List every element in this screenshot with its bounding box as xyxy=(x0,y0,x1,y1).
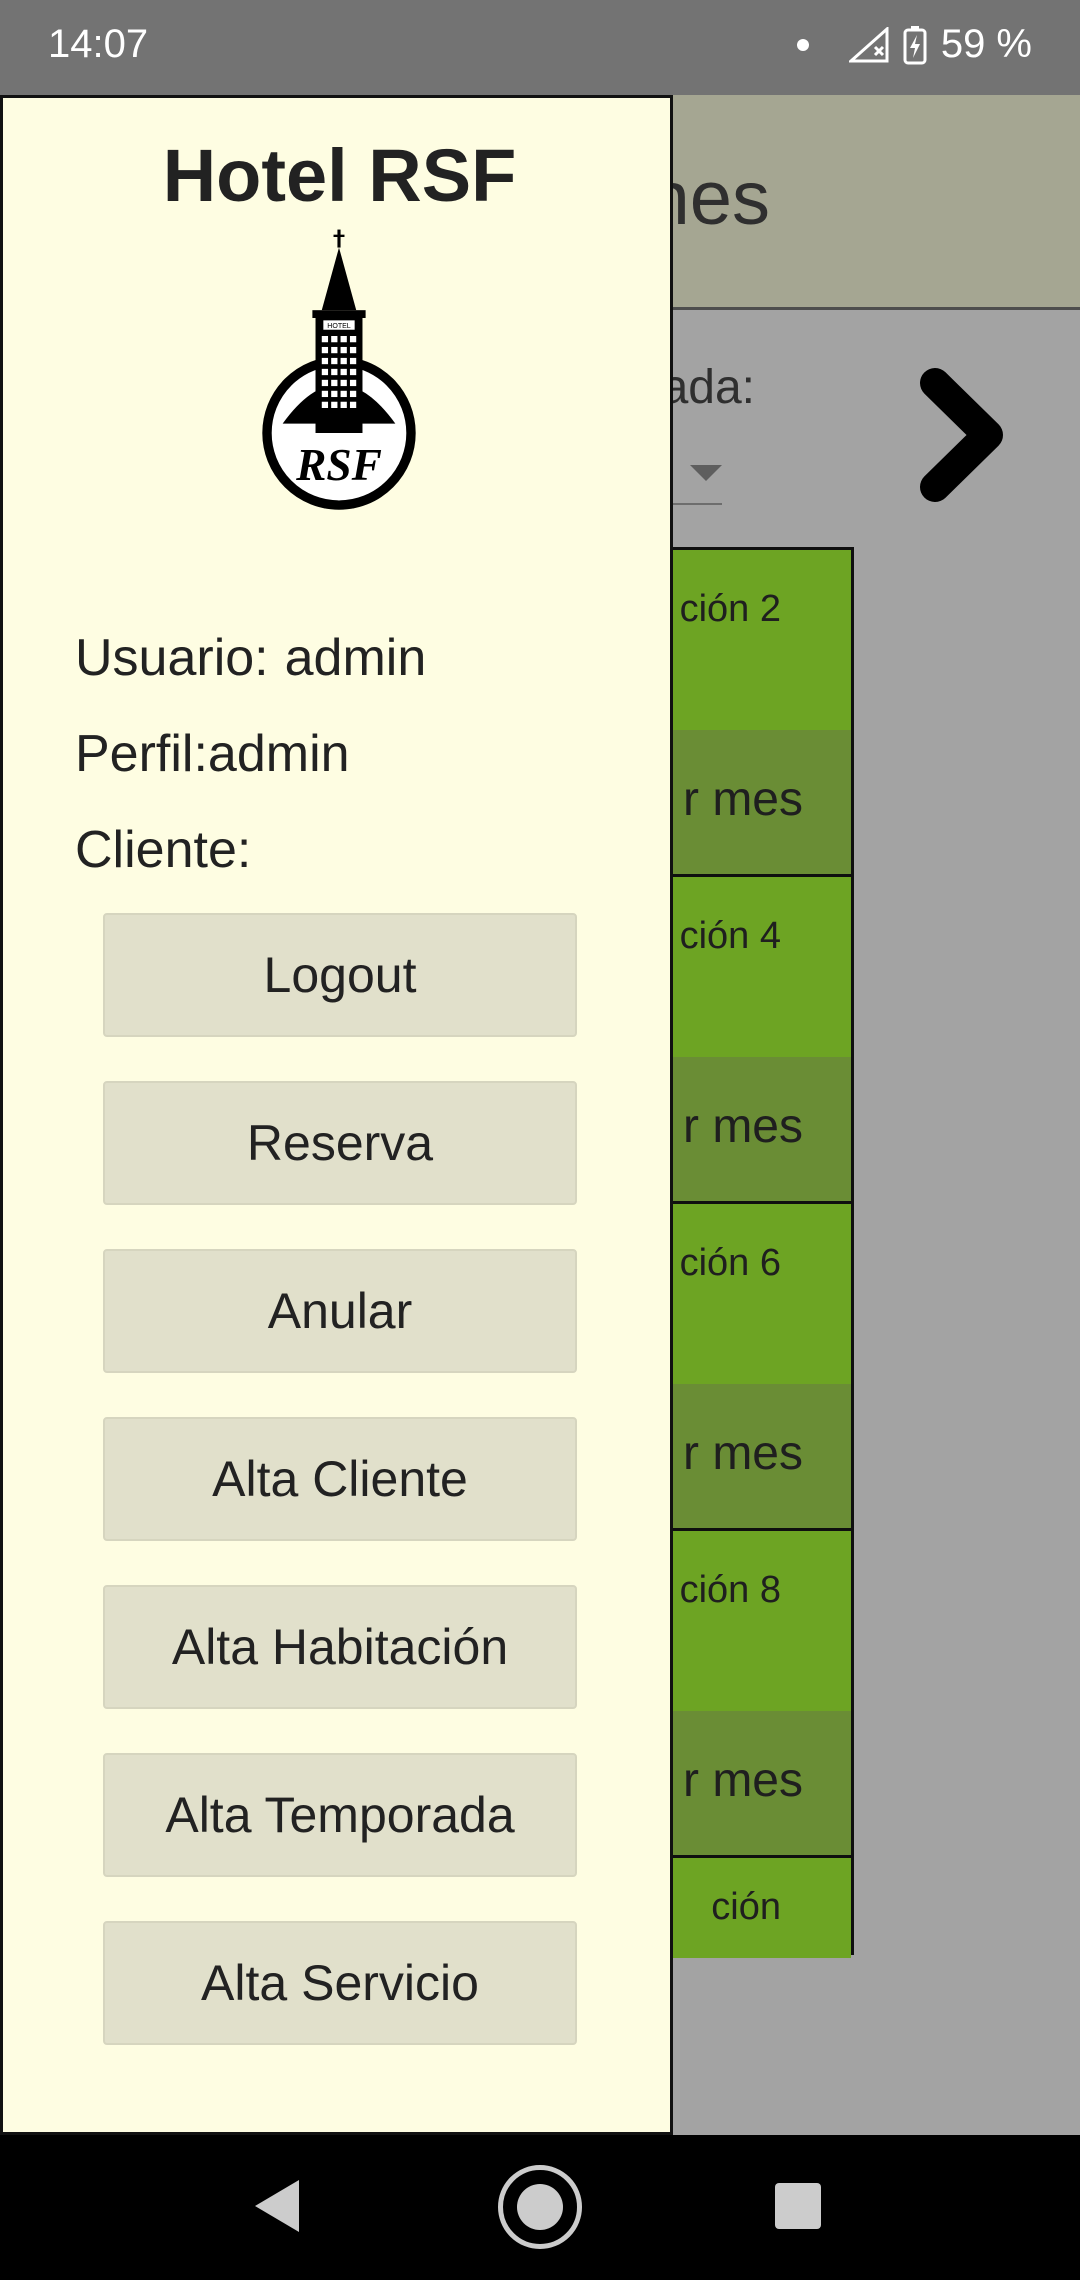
hotel-logo: HOTEL RSF xyxy=(262,229,416,510)
profile-row: Perfil:admin xyxy=(75,724,350,784)
alta-temporada-button[interactable]: Alta Temporada xyxy=(103,1753,577,1877)
home-icon[interactable] xyxy=(498,2165,582,2249)
signal-icon xyxy=(848,26,889,62)
battery-percent: 59 % xyxy=(940,22,1032,66)
battery-icon xyxy=(903,25,927,64)
status-bar: 14:07 59 % xyxy=(0,0,1080,95)
alta-servicio-button[interactable]: Alta Servicio xyxy=(103,1921,577,2045)
reserva-button[interactable]: Reserva xyxy=(103,1081,577,1205)
drawer-title: Hotel RSF xyxy=(162,134,517,217)
navigation-drawer: Hotel RSF HOTEL RSF Usuario: admin Perfi… xyxy=(0,95,673,2135)
status-icons: 59 % xyxy=(796,22,1032,67)
recents-icon[interactable] xyxy=(775,2183,821,2229)
profile-label: Perfil: xyxy=(75,725,208,783)
alta-cliente-button[interactable]: Alta Cliente xyxy=(103,1417,577,1541)
svg-text:HOTEL: HOTEL xyxy=(327,323,351,330)
user-value: admin xyxy=(284,629,427,687)
system-nav-bar xyxy=(0,2135,1080,2280)
client-label: Cliente: xyxy=(75,821,252,879)
user-label: Usuario: xyxy=(75,629,269,687)
svg-text:RSF: RSF xyxy=(295,440,382,490)
client-row: Cliente: xyxy=(75,820,267,880)
notification-dot-icon xyxy=(796,38,809,51)
logout-button[interactable]: Logout xyxy=(103,913,577,1037)
status-time: 14:07 xyxy=(48,22,149,66)
anular-button[interactable]: Anular xyxy=(103,1249,577,1373)
profile-value: admin xyxy=(207,725,350,783)
back-icon[interactable] xyxy=(255,2180,299,2232)
alta-habitacion-button[interactable]: Alta Habitación xyxy=(103,1585,577,1709)
user-row: Usuario: admin xyxy=(75,628,426,688)
